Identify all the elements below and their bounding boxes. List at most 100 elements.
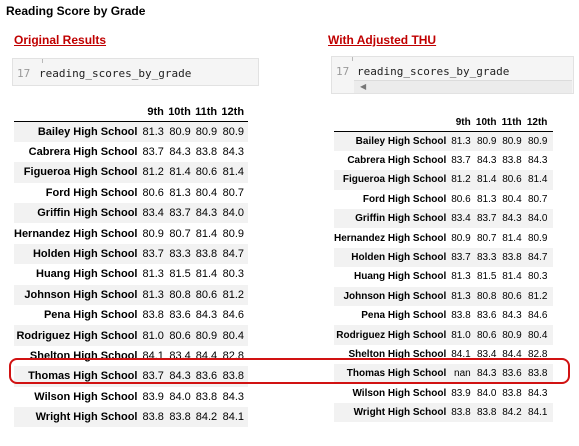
scroll-left-icon[interactable]: ◀ — [360, 82, 366, 91]
score-cell: 80.3 — [527, 271, 548, 283]
score-cell: 80.9 — [195, 125, 218, 138]
score-cell: 80.8 — [476, 290, 497, 302]
school-name: Rodriguez High School — [16, 329, 138, 342]
school-name: Rodriguez High School — [336, 329, 447, 341]
score-cell: 83.3 — [476, 252, 497, 264]
score-cell: 81.3 — [476, 193, 497, 205]
score-cell: 83.8 — [502, 387, 522, 399]
score-cell: 83.6 — [169, 309, 191, 322]
score-cell: 84.0 — [476, 387, 497, 399]
score-cell: 84.2 — [502, 407, 522, 419]
score-cell: 80.9 — [169, 125, 191, 138]
table-row: Cabrera High School 83.7 84.3 83.8 84.3 — [14, 142, 248, 162]
score-cell: 83.7 — [142, 146, 164, 159]
table-row: Bailey High School 81.3 80.9 80.9 80.9 — [14, 121, 249, 142]
school-name: Bailey High School — [355, 135, 447, 147]
score-cell: 83.7 — [142, 248, 164, 261]
score-cell: 83.8 — [142, 309, 164, 322]
score-cell: 80.9 — [527, 135, 548, 147]
column-header: 10th — [168, 100, 196, 122]
score-cell: 80.7 — [527, 193, 548, 205]
school-name: Wright High School — [35, 411, 138, 424]
horizontal-scrollbar[interactable]: ◀ — [354, 80, 572, 93]
score-cell: 80.6 — [169, 329, 191, 342]
left-table-header: 9th 10th 11th 12th — [14, 100, 249, 122]
page-title: Reading Score by Grade — [6, 4, 146, 18]
school-name: Huang High School — [354, 271, 447, 283]
score-cell: 83.8 — [476, 407, 497, 419]
right-cell-code: reading_scores_by_grade — [357, 65, 510, 78]
score-cell: 80.6 — [142, 186, 164, 199]
score-cell: 80.9 — [222, 227, 245, 240]
school-name: Johnson High School — [343, 290, 447, 302]
score-cell: 81.4 — [502, 271, 522, 283]
score-cell: 84.0 — [527, 213, 548, 225]
column-header: 10th — [475, 112, 502, 132]
score-cell: 81.3 — [142, 288, 164, 301]
school-name: Figueroa High School — [23, 166, 138, 179]
score-cell: 83.7 — [169, 207, 191, 220]
score-cell: 83.6 — [476, 310, 497, 322]
school-name: Ford High School — [362, 193, 447, 205]
score-cell: 83.7 — [451, 155, 471, 167]
school-name: Griffin High School — [355, 213, 447, 225]
school-name: Wilson High School — [352, 387, 447, 399]
table-row: Rodriguez High School 81.0 80.6 80.9 80.4 — [334, 325, 553, 345]
column-header: 9th — [451, 112, 476, 132]
school-name: Holden High School — [351, 252, 447, 264]
score-cell: 83.8 — [169, 411, 191, 424]
score-cell: 81.4 — [222, 166, 245, 179]
table-row: Johnson High School 81.3 80.8 80.6 81.2 — [334, 286, 553, 307]
score-cell: 80.7 — [222, 186, 245, 199]
index-header — [334, 112, 452, 132]
school-name: Bailey High School — [37, 125, 138, 138]
score-cell: 81.4 — [502, 232, 522, 244]
score-cell: 84.3 — [195, 207, 218, 220]
score-cell: 80.6 — [451, 193, 471, 205]
score-cell: 81.0 — [142, 329, 164, 342]
score-cell: 80.4 — [527, 329, 548, 341]
score-cell: 81.2 — [142, 166, 164, 179]
score-cell: 84.3 — [527, 155, 548, 167]
left-cell-divider — [42, 59, 43, 63]
score-cell: 84.1 — [527, 407, 548, 419]
school-name: Hernandez High School — [14, 227, 138, 240]
school-name: Wright High School — [353, 407, 447, 419]
column-header: 11th — [195, 100, 222, 122]
score-cell: 80.8 — [169, 288, 191, 301]
table-row: Wright High School 83.8 83.8 84.2 84.1 — [14, 406, 249, 428]
score-cell: 84.3 — [476, 155, 497, 167]
table-row: Ford High School 80.6 81.3 80.4 80.7 — [334, 190, 553, 209]
score-cell: 84.2 — [195, 411, 218, 424]
left-code-cell[interactable]: 17 reading_scores_by_grade — [12, 58, 259, 86]
score-cell: 83.8 — [142, 411, 164, 424]
table-row: Figueroa High School 81.2 81.4 80.6 81.4 — [334, 170, 553, 190]
score-cell: 84.3 — [195, 309, 218, 322]
school-name: Holden High School — [32, 248, 138, 261]
table-row: Griffin High School 83.4 83.7 84.3 84.0 — [14, 203, 249, 224]
score-cell: 81.3 — [169, 186, 191, 199]
score-cell: 83.8 — [502, 252, 522, 264]
score-cell: 81.3 — [142, 125, 164, 138]
score-cell: 81.3 — [451, 135, 471, 147]
score-cell: 81.3 — [451, 271, 471, 283]
score-cell: 80.9 — [502, 135, 522, 147]
table-row: Rodriguez High School 81.0 80.6 80.9 80.4 — [14, 325, 249, 346]
score-cell: 84.3 — [527, 387, 548, 399]
score-cell: 80.6 — [195, 288, 218, 301]
right-table-header: 9th 10th 11th 12th — [334, 112, 553, 132]
score-cell: 80.9 — [142, 227, 164, 240]
index-header — [14, 100, 143, 122]
score-cell: 84.7 — [527, 252, 548, 264]
table-row: Hernandez High School 80.9 80.7 81.4 80.9 — [334, 228, 553, 247]
score-cell: 83.8 — [195, 248, 218, 261]
score-cell: 80.7 — [476, 232, 497, 244]
table-row: Huang High School 81.3 81.5 81.4 80.3 — [334, 267, 553, 286]
school-name: Huang High School — [36, 268, 138, 281]
score-cell: 80.9 — [476, 135, 497, 147]
score-cell: 83.8 — [451, 310, 471, 322]
school-name: Pena High School — [43, 309, 138, 322]
right-cell-divider — [352, 57, 353, 61]
score-cell: 83.8 — [451, 407, 471, 419]
header-row: 9th 10th 11th 12th — [334, 112, 553, 132]
